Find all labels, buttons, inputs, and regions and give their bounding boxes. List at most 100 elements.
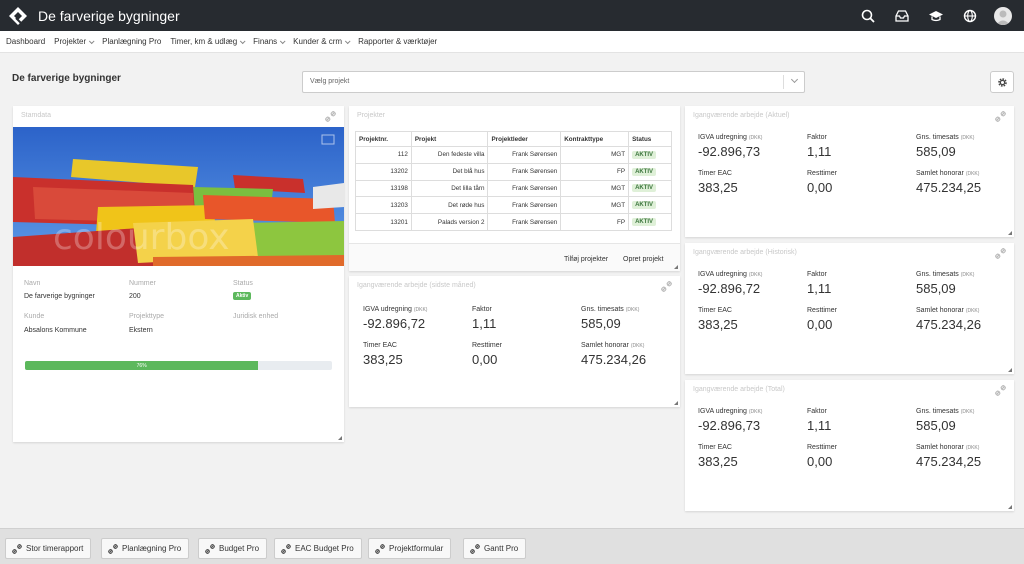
rest-value: 0,00 <box>807 180 833 195</box>
bottom-shortcut-bar: Stor timerapport Planlægning Pro Budget … <box>0 528 1024 564</box>
globe-icon[interactable] <box>960 6 980 26</box>
chevron-down-icon[interactable] <box>790 75 799 84</box>
shortcut-stor-timerapport[interactable]: Stor timerapport <box>5 538 92 559</box>
table-row[interactable]: 13198 Det lilla tårn Frank Sørensen MGT … <box>355 179 672 198</box>
column-header[interactable]: Projektnr. <box>355 131 412 147</box>
honorar-label: Samlet honorar (DKK) <box>581 342 644 349</box>
wip-last-month-panel: Igangværende arbejde (sidste måned) IGVA… <box>349 276 680 407</box>
project-select[interactable]: Vælg projekt <box>302 71 805 93</box>
cell-projektleder: Frank Sørensen <box>487 213 562 231</box>
kunde-label: Kunde <box>24 313 45 320</box>
faktor-label: Faktor <box>807 134 827 141</box>
faktor-value: 1,11 <box>807 144 832 159</box>
faktor-label: Faktor <box>807 271 827 278</box>
shortcut-label: Gantt Pro <box>484 544 519 553</box>
create-project-link[interactable]: Opret projekt <box>623 256 663 263</box>
user-avatar[interactable] <box>994 6 1012 25</box>
timesats-label-text: Gns. timesats <box>916 271 959 278</box>
nav-item-projekter[interactable]: Projekter <box>54 37 95 46</box>
column-header[interactable]: Kontrakttype <box>560 131 630 147</box>
link-icon[interactable] <box>995 111 1006 122</box>
app-logo-icon[interactable] <box>8 6 28 26</box>
status-badge: AKTIV <box>632 184 657 193</box>
shortcut-label: Planlægning Pro <box>122 544 182 553</box>
app-title: De farverige bygninger <box>38 7 180 24</box>
honorar-label-text: Samlet honorar <box>916 444 964 451</box>
table-row[interactable]: 13202 Det blå hus Frank Sørensen FP AKTI… <box>355 162 672 181</box>
graduation-cap-icon[interactable] <box>926 6 946 26</box>
honorar-label-text: Samlet honorar <box>916 307 964 314</box>
nav-item-kunder[interactable]: Kunder & crm <box>293 37 351 46</box>
shortcut-planlaegning-pro[interactable]: Planlægning Pro <box>101 538 190 559</box>
projects-table: Projektnr. Projekt Projektleder Kontrakt… <box>355 131 672 231</box>
resize-handle[interactable] <box>1008 368 1012 372</box>
currency-unit: (DKK) <box>960 409 975 415</box>
nav-item-dashboard[interactable]: Dashboard <box>6 37 45 46</box>
link-icon <box>470 544 480 554</box>
column-header[interactable]: Status <box>628 131 672 147</box>
shortcut-eac-budget-pro[interactable]: EAC Budget Pro <box>274 538 362 559</box>
nav-item-timer[interactable]: Timer, km & udlæg <box>170 37 246 46</box>
cell-projekt: Palads version 2 <box>410 213 489 231</box>
rest-label: Resttimer <box>807 444 837 451</box>
wip-current-panel: Igangværende arbejde (Aktuel) IGVA udreg… <box>685 106 1014 237</box>
cell-status: AKTIV <box>628 196 672 215</box>
shortcut-budget-pro[interactable]: Budget Pro <box>198 538 268 559</box>
cell-projekt: Det blå hus <box>410 162 489 181</box>
shortcut-projektformular[interactable]: Projektformular <box>368 538 452 559</box>
timer-label: Timer EAC <box>363 342 397 349</box>
column-header[interactable]: Projektleder <box>487 131 562 147</box>
cell-projektnr: 13202 <box>355 162 412 181</box>
table-row[interactable]: 13203 Det røde hus Frank Sørensen MGT AK… <box>355 196 672 215</box>
status-badge: AKTIV <box>632 167 657 176</box>
column-header[interactable]: Projekt <box>410 131 489 147</box>
resize-handle[interactable] <box>1008 505 1012 509</box>
timer-value: 383,25 <box>698 180 738 195</box>
timesats-label: Gns. timesats (DKK) <box>916 408 974 415</box>
nav-item-label: Projekter <box>54 37 87 46</box>
link-icon <box>108 544 118 554</box>
search-icon[interactable] <box>858 6 878 26</box>
currency-unit: (DKK) <box>748 272 763 278</box>
table-row[interactable]: 112 Den fedeste villa Frank Sørensen MGT… <box>355 146 672 164</box>
projekttype-value: Ekstern <box>129 327 153 334</box>
timer-value: 383,25 <box>363 352 403 367</box>
link-icon <box>375 544 385 554</box>
nav-item-finans[interactable]: Finans <box>253 37 286 46</box>
igva-value: -92.896,72 <box>363 316 426 331</box>
status-badge: AKTIV <box>632 150 657 159</box>
rest-label: Resttimer <box>472 342 502 349</box>
igva-label: IGVA udregning (DKK) <box>363 306 427 313</box>
timesats-value: 585,09 <box>916 418 956 433</box>
add-projects-link[interactable]: Tilføj projekter <box>564 256 608 263</box>
link-icon[interactable] <box>325 111 336 122</box>
inbox-icon[interactable] <box>892 6 912 26</box>
link-icon[interactable] <box>995 385 1006 396</box>
settings-button[interactable] <box>990 71 1014 93</box>
cell-projektleder: Frank Sørensen <box>487 196 562 215</box>
timesats-label-text: Gns. timesats <box>581 306 624 313</box>
resize-handle[interactable] <box>338 436 342 440</box>
nummer-label: Nummer <box>129 280 156 287</box>
timesats-value: 585,09 <box>916 281 956 296</box>
nav-item-rapporter[interactable]: Rapporter & værktøjer <box>358 37 437 46</box>
cell-projektleder: Frank Sørensen <box>487 146 562 164</box>
nav-item-planlaegning[interactable]: Planlægning Pro <box>102 37 161 46</box>
navn-label: Navn <box>24 280 41 287</box>
resize-handle[interactable] <box>674 265 678 269</box>
honorar-label: Samlet honorar (DKK) <box>916 444 979 451</box>
igva-label-text: IGVA udregning <box>698 271 747 278</box>
currency-unit: (DKK) <box>965 445 980 451</box>
cell-projektleder: Frank Sørensen <box>487 162 562 181</box>
link-icon[interactable] <box>661 281 672 292</box>
link-icon[interactable] <box>995 248 1006 259</box>
cell-projekt: Den fedeste villa <box>410 146 489 164</box>
honorar-label-text: Samlet honorar <box>916 170 964 177</box>
top-bar: De farverige bygninger <box>0 0 1024 31</box>
select-placeholder: Vælg projekt <box>310 78 350 85</box>
shortcut-gantt-pro[interactable]: Gantt Pro <box>463 538 527 559</box>
chevron-down-icon <box>344 37 351 44</box>
resize-handle[interactable] <box>1008 231 1012 235</box>
table-row[interactable]: 13201 Palads version 2 Frank Sørensen FP… <box>355 213 672 231</box>
resize-handle[interactable] <box>674 401 678 405</box>
